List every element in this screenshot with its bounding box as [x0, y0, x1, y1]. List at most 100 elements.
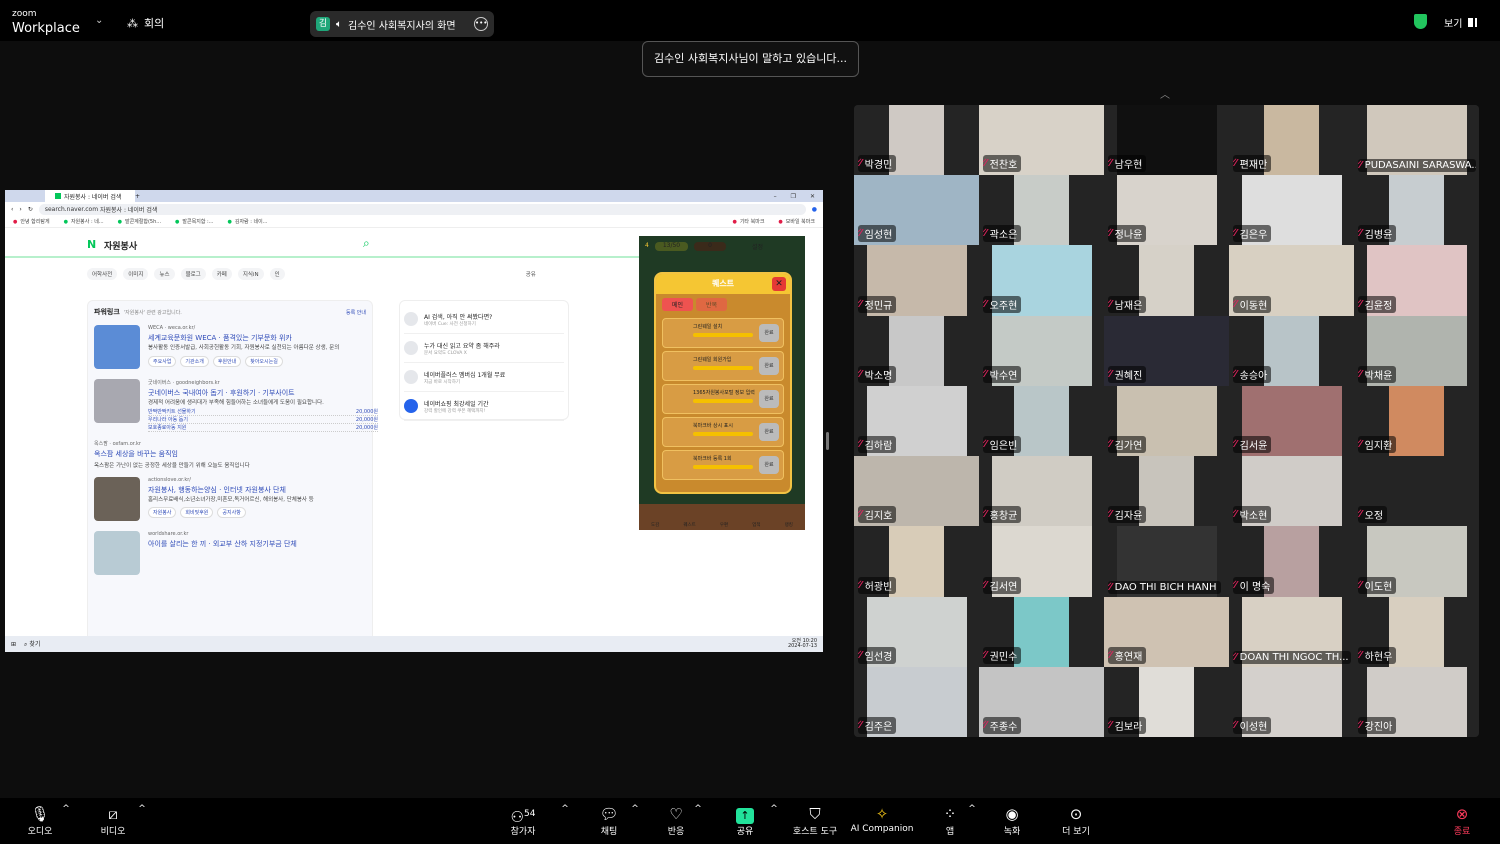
- audio-caret-icon[interactable]: ^: [62, 804, 70, 814]
- tab-images[interactable]: 이미지: [123, 268, 149, 280]
- participant-tile[interactable]: ⁄̸ 권민수: [979, 596, 1104, 667]
- nav-mail[interactable]: 우편: [720, 522, 728, 528]
- participant-tile[interactable]: ⁄̸ 권혜진: [1104, 315, 1229, 386]
- ai-companion-button[interactable]: ✧ AI Companion: [851, 804, 914, 834]
- participant-tile[interactable]: ⁄̸ 박수연: [979, 315, 1104, 386]
- tab-dictionary[interactable]: 어학사전: [87, 268, 118, 280]
- ad-title[interactable]: 자원봉사, 행동하는양심 · 인터넷 자원봉사 단체: [148, 485, 366, 495]
- participant-tile[interactable]: ⁄̸ 이 명숙: [1229, 526, 1354, 597]
- nav-collection[interactable]: 도감: [651, 522, 659, 528]
- windows-start-icon[interactable]: ⊞: [11, 641, 16, 648]
- view-button[interactable]: 보기: [1444, 15, 1478, 30]
- participant-tile[interactable]: ⁄̸ 김보라: [1104, 666, 1229, 737]
- promo-item[interactable]: 네이버쇼핑 최강세일 기간 강력 할인에 강력 쿠폰 혜택까지!: [404, 392, 564, 421]
- complete-button[interactable]: 완료: [759, 324, 779, 342]
- end-button[interactable]: ⊗ 종료: [1454, 804, 1471, 837]
- forward-icon[interactable]: ›: [19, 206, 21, 213]
- participant-tile[interactable]: ⁄̸ 김서연: [979, 526, 1104, 597]
- nav-quest[interactable]: 퀘스트: [683, 522, 695, 528]
- tab-blog[interactable]: 블로그: [180, 268, 206, 280]
- participant-tile[interactable]: ⁄̸ 송승아: [1229, 315, 1354, 386]
- participant-tile[interactable]: ⁄̸ DAO THI BICH HANH: [1104, 526, 1229, 597]
- ad-chip[interactable]: 공지사항: [217, 507, 246, 519]
- naver-logo[interactable]: N: [87, 238, 96, 251]
- screen-share-indicator[interactable]: 김 🔈︎ 김수인 사회복지사의 화면 •••: [310, 11, 494, 37]
- ad-title[interactable]: 아이를 살리는 한 끼 · 외교부 산하 지정기부금 단체: [148, 539, 366, 549]
- host-tools-button[interactable]: ⛉ 호스트 도구: [793, 804, 837, 837]
- search-query[interactable]: 자원봉사: [104, 239, 137, 252]
- share-caret-icon[interactable]: ^: [770, 804, 778, 814]
- close-icon[interactable]: ✕: [772, 277, 786, 291]
- participant-tile[interactable]: ⁄̸ 오주현: [979, 245, 1104, 316]
- tab-repeat[interactable]: 반복: [696, 298, 728, 311]
- participant-tile[interactable]: ⁄̸ 김가연: [1104, 385, 1229, 457]
- ad-chip[interactable]: 자원봉사: [148, 507, 177, 519]
- participant-tile[interactable]: ⁄̸ 강진아: [1354, 666, 1479, 737]
- participant-tile[interactable]: ⁄̸ 박경민: [854, 105, 979, 176]
- encryption-shield-icon[interactable]: [1414, 14, 1427, 29]
- share-button[interactable]: ↑ 공유: [736, 804, 754, 837]
- bookmark[interactable]: 발콘목지합 :...: [175, 218, 213, 225]
- ad-title[interactable]: 굿네이버스 국내여아 돕기 · 후원하기 · 기부사이트: [148, 388, 366, 398]
- search-icon[interactable]: ⌕: [363, 236, 370, 251]
- browser-tab[interactable]: 자원봉사 : 네이버 검색: [45, 190, 135, 202]
- taskbar-search[interactable]: ⌕ 찾기: [24, 639, 40, 649]
- tab-news[interactable]: 뉴스: [154, 268, 175, 280]
- ad-thumbnail[interactable]: [94, 530, 140, 575]
- chat-caret-icon[interactable]: ^: [631, 804, 639, 814]
- participants-caret-icon[interactable]: ^: [561, 804, 569, 814]
- participant-tile[interactable]: ⁄̸ 임지환: [1354, 385, 1479, 457]
- participant-tile[interactable]: ⁄̸ 임성현: [854, 175, 979, 246]
- participant-tile[interactable]: ⁄̸ 이동현: [1229, 245, 1354, 316]
- participant-tile[interactable]: ⁄̸ 김윤정: [1354, 245, 1479, 316]
- react-button[interactable]: ♡ 반응: [668, 804, 685, 837]
- participant-tile[interactable]: ⁄̸ 홍창균: [979, 456, 1104, 527]
- promo-item[interactable]: 네이버플러스 멤버십 1개월 무료 지금 바로 시작하기: [404, 363, 564, 392]
- profile-icon[interactable]: ●: [812, 206, 817, 213]
- chevron-up-icon[interactable]: ︿: [1160, 86, 1170, 101]
- video-button[interactable]: ⧄ 비디오: [101, 804, 126, 837]
- share-link[interactable]: 공유: [521, 268, 541, 280]
- ad-chip[interactable]: 회비및후원: [180, 507, 214, 519]
- meeting-info-button[interactable]: ⁂ 회의: [127, 15, 164, 31]
- participant-tile[interactable]: ⁄̸ 임은빈: [979, 385, 1104, 457]
- participant-tile[interactable]: ⁄̸ 김지호: [854, 456, 979, 527]
- nav-achievements[interactable]: 업적: [752, 522, 760, 528]
- ad-title[interactable]: 옥스팜 세상을 바꾸는 움직임: [94, 449, 366, 459]
- tab-cafe[interactable]: 카페: [211, 268, 232, 280]
- participant-tile[interactable]: ⁄̸ 허광빈: [854, 526, 979, 597]
- tab-main[interactable]: 메인: [662, 298, 694, 311]
- participant-tile[interactable]: ⁄̸ 박소현: [1229, 456, 1354, 527]
- more-button[interactable]: ⊙ 더 보기: [1062, 804, 1090, 837]
- bookmark[interactable]: 안녕 합리탐게: [13, 218, 49, 225]
- complete-button[interactable]: 완료: [759, 357, 779, 375]
- participant-tile[interactable]: ⁄̸ 김하람: [854, 385, 979, 457]
- settings-button[interactable]: 설정: [752, 242, 763, 251]
- new-tab-icon[interactable]: +: [135, 193, 140, 200]
- tab-influencer[interactable]: 인: [269, 268, 285, 280]
- participant-tile[interactable]: ⁄̸ 김병윤: [1354, 175, 1479, 246]
- price-row[interactable]: 보호종료아동 지원 20,000원: [148, 424, 378, 432]
- participant-tile[interactable]: ⁄̸ 남재은: [1104, 245, 1229, 316]
- bookmark[interactable]: 자원봉사 : 네...: [64, 218, 104, 225]
- restore-icon[interactable]: ❐: [791, 193, 796, 200]
- window-controls[interactable]: – ❐ ✕: [774, 193, 823, 200]
- participant-tile[interactable]: ⁄̸ 박소명: [854, 315, 979, 386]
- chevron-down-icon[interactable]: ⌄: [95, 15, 103, 26]
- participant-tile[interactable]: ⁄̸ 이성현: [1229, 666, 1354, 737]
- participant-tile[interactable]: ⁄̸ 정나윤: [1104, 175, 1229, 246]
- minimize-icon[interactable]: –: [774, 193, 777, 200]
- participant-tile[interactable]: ⁄̸ 오정: [1354, 456, 1479, 527]
- ad-chip[interactable]: 찾아오시는길: [245, 355, 283, 367]
- participant-tile[interactable]: ⁄̸ 이도현: [1354, 526, 1479, 597]
- participant-tile[interactable]: ⁄̸ 남우현: [1104, 105, 1229, 176]
- bookmark[interactable]: 김자람 : 네이...: [227, 218, 268, 225]
- participant-tile[interactable]: ⁄̸ 김자윤: [1104, 456, 1229, 527]
- participant-tile[interactable]: ⁄̸ 김주은: [854, 666, 979, 737]
- react-caret-icon[interactable]: ^: [694, 804, 702, 814]
- split-divider-handle[interactable]: [826, 432, 829, 450]
- register-link[interactable]: 등록 안내: [346, 309, 366, 316]
- record-button[interactable]: ◉ 녹화: [1004, 804, 1021, 837]
- back-icon[interactable]: ‹: [11, 206, 13, 213]
- more-options-icon[interactable]: •••: [474, 17, 488, 31]
